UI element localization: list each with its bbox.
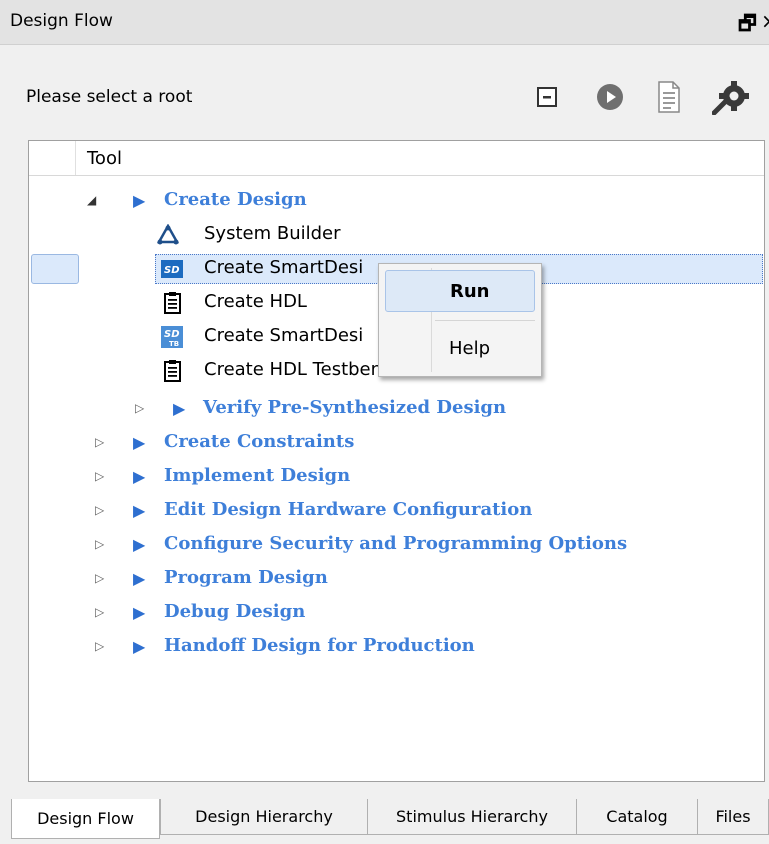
report-icon — [658, 81, 680, 113]
category-triangle-icon: ▶ — [133, 569, 146, 588]
collapsed-arrow-icon[interactable]: ▷ — [95, 503, 104, 517]
category-triangle-icon: ▶ — [133, 467, 146, 486]
help-menu-item[interactable]: Help — [385, 328, 535, 370]
tree-row-edit-hardware-config[interactable]: ▷ ▶ Edit Design Hardware Configuration — [29, 495, 764, 529]
panel-title: Design Flow — [10, 11, 113, 31]
tree-row-handoff-design[interactable]: ▷ ▶ Handoff Design for Production — [29, 631, 764, 665]
play-icon — [597, 84, 623, 110]
item-label: Create HDL — [204, 291, 307, 312]
category-triangle-icon: ▶ — [133, 603, 146, 622]
tree-row-implement-design[interactable]: ▷ ▶ Implement Design — [29, 461, 764, 495]
system-builder-icon — [157, 224, 179, 245]
tab-files[interactable]: Files — [697, 799, 769, 835]
category-label: Verify Pre-Synthesized Design — [203, 397, 507, 418]
category-triangle-icon: ▶ — [133, 191, 146, 210]
hdl-document-icon — [164, 360, 181, 382]
category-label: Debug Design — [164, 601, 306, 622]
run-menu-label: Run — [450, 281, 490, 302]
item-label: Create HDL Testbench — [204, 359, 404, 380]
collapse-all-button[interactable] — [527, 78, 567, 116]
header-divider — [75, 141, 76, 175]
smartdesign-icon: SD — [161, 260, 183, 278]
category-label: Create Design — [164, 189, 307, 210]
menu-separator — [435, 320, 535, 321]
collapsed-arrow-icon[interactable]: ▷ — [135, 401, 144, 415]
svg-text:SD: SD — [164, 265, 180, 276]
collapsed-arrow-icon[interactable]: ▷ — [95, 571, 104, 585]
tree-row-create-design[interactable]: ◢ ▶ Create Design — [29, 185, 764, 219]
tab-label: Stimulus Hierarchy — [396, 807, 548, 826]
tree-row-debug-design[interactable]: ▷ ▶ Debug Design — [29, 597, 764, 631]
category-label: Create Constraints — [164, 431, 355, 452]
item-label: Create SmartDesi — [204, 257, 364, 278]
collapsed-arrow-icon[interactable]: ▷ — [95, 605, 104, 619]
collapsed-arrow-icon[interactable]: ▷ — [95, 639, 104, 653]
tab-design-hierarchy[interactable]: Design Hierarchy — [160, 799, 368, 835]
category-label: Implement Design — [164, 465, 351, 486]
root-label: Please select a root — [26, 87, 193, 107]
gear-wrench-icon — [712, 81, 749, 115]
design-flow-tree[interactable]: Tool ◢ ▶ Create Design System Builder SD… — [28, 140, 765, 782]
help-menu-label: Help — [449, 338, 491, 359]
expanded-arrow-icon[interactable]: ◢ — [87, 193, 96, 207]
category-label: Configure Security and Programming Optio… — [164, 533, 628, 554]
float-window-icon[interactable]: 🗗 — [738, 9, 757, 43]
collapse-icon — [537, 87, 557, 107]
tab-stimulus-hierarchy[interactable]: Stimulus Hierarchy — [367, 799, 577, 835]
svg-text:SD: SD — [164, 329, 180, 340]
configure-options-button[interactable] — [710, 78, 754, 116]
context-menu: Run Help — [378, 263, 542, 377]
smartdesign-testbench-icon: SD TB — [161, 326, 183, 348]
category-label: Handoff Design for Production — [164, 635, 475, 656]
tree-row-system-builder[interactable]: System Builder — [29, 219, 764, 253]
tree-header: Tool — [29, 141, 764, 176]
category-label: Edit Design Hardware Configuration — [164, 499, 533, 520]
collapsed-arrow-icon[interactable]: ▷ — [95, 435, 104, 449]
bottom-tab-bar: Design Flow Design Hierarchy Stimulus Hi… — [0, 799, 769, 844]
tool-column-header[interactable]: Tool — [87, 148, 122, 169]
item-label: Create SmartDesi — [204, 325, 364, 346]
tree-row-create-constraints[interactable]: ▷ ▶ Create Constraints — [29, 427, 764, 461]
tree-row-configure-security[interactable]: ▷ ▶ Configure Security and Programming O… — [29, 529, 764, 563]
tab-label: Design Flow — [37, 809, 134, 828]
item-label: System Builder — [204, 223, 341, 244]
hdl-document-icon — [164, 292, 181, 314]
collapsed-arrow-icon[interactable]: ▷ — [95, 537, 104, 551]
tab-label: Catalog — [606, 807, 668, 826]
tree-row-verify-pre-synthesized[interactable]: ▷ ▶ Verify Pre-Synthesized Design — [29, 393, 764, 427]
category-triangle-icon: ▶ — [133, 535, 146, 554]
tree-row-program-design[interactable]: ▷ ▶ Program Design — [29, 563, 764, 597]
svg-text:TB: TB — [169, 340, 179, 348]
category-triangle-icon: ▶ — [133, 501, 146, 520]
panel-titlebar: Design Flow 🗗 × — [0, 0, 769, 45]
category-triangle-icon: ▶ — [133, 433, 146, 452]
tab-catalog[interactable]: Catalog — [576, 799, 698, 835]
category-label: Program Design — [164, 567, 328, 588]
run-menu-item[interactable]: Run — [385, 270, 535, 312]
category-triangle-icon: ▶ — [173, 399, 186, 418]
tab-label: Design Hierarchy — [195, 807, 333, 826]
close-icon[interactable]: × — [761, 9, 769, 33]
report-button[interactable] — [649, 78, 689, 116]
tab-label: Files — [715, 807, 751, 826]
category-triangle-icon: ▶ — [133, 637, 146, 656]
run-button[interactable] — [590, 78, 630, 116]
collapsed-arrow-icon[interactable]: ▷ — [95, 469, 104, 483]
tab-design-flow[interactable]: Design Flow — [11, 799, 160, 839]
row-selection-marker — [31, 254, 79, 284]
